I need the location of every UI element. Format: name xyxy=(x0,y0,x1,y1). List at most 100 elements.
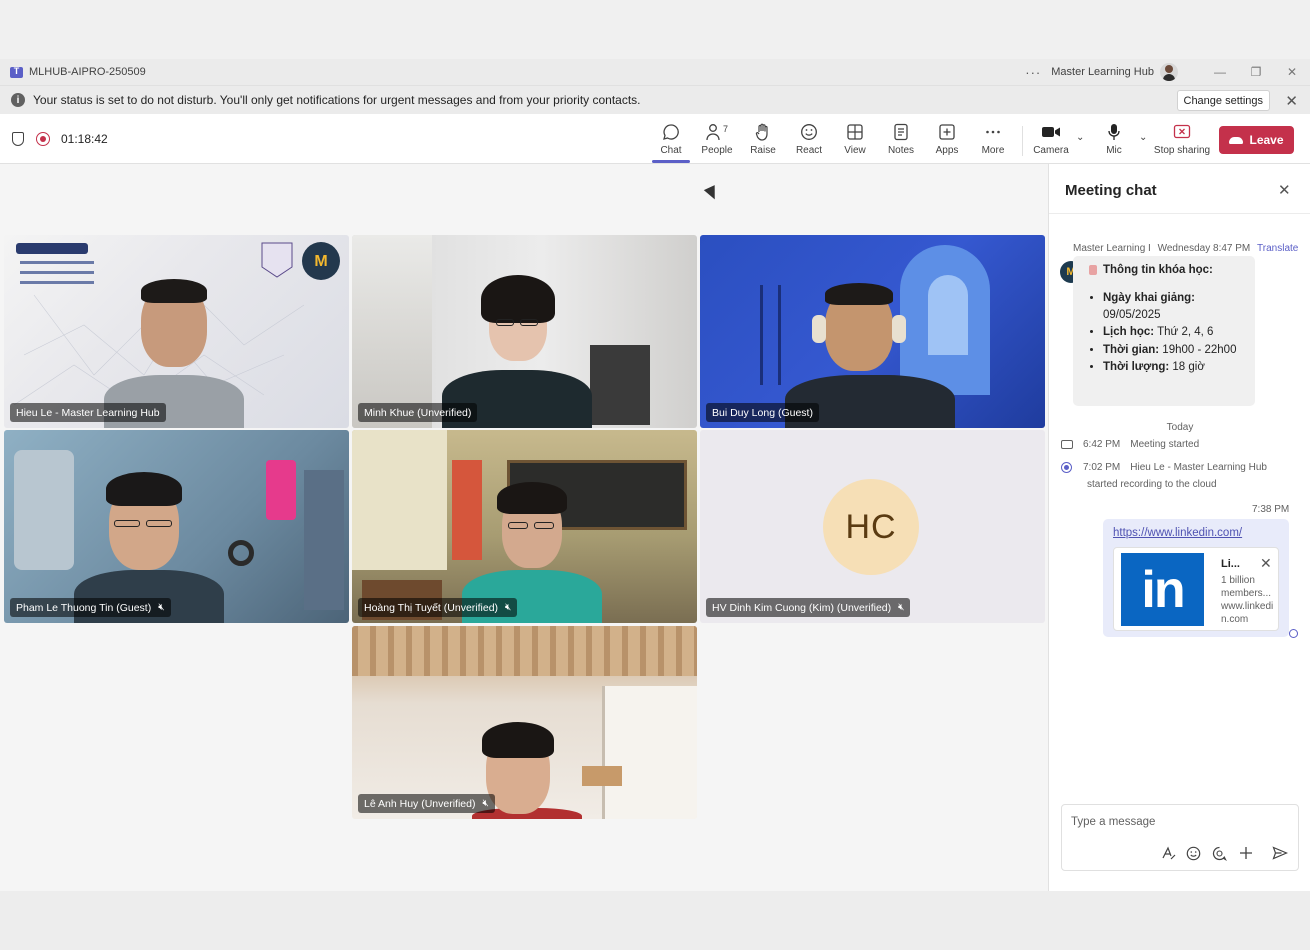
video-tile[interactable]: Lê Anh Huy (Unverified) 🔇︎ xyxy=(352,626,697,819)
linkedin-link[interactable]: https://www.linkedin.com/ xyxy=(1113,527,1242,539)
more-dots-icon xyxy=(984,122,1002,142)
participant-initials-avatar: HC xyxy=(823,479,919,575)
system-event: 6:42 PM Meeting started xyxy=(1061,436,1199,453)
raise-hand-button[interactable]: Raise xyxy=(740,122,786,162)
message-input[interactable] xyxy=(1071,813,1286,831)
participant-name-label: Hoàng Thị Tuyết (Unverified) 🔇︎ xyxy=(358,598,518,617)
pin-emoji-icon xyxy=(1089,265,1097,275)
mic-muted-icon: 🔇︎ xyxy=(898,602,905,613)
list-item: Lịch học: Thứ 2, 4, 6 xyxy=(1103,324,1251,341)
sent-message-bubble[interactable]: https://www.linkedin.com/ in Li... ✕ 1 b… xyxy=(1103,519,1289,637)
more-label: More xyxy=(981,145,1005,156)
participant-name-label: Minh Khue (Unverified) xyxy=(358,403,478,422)
video-tile[interactable]: Pham Le Thuong Tin (Guest) 🔇︎ xyxy=(4,430,349,623)
stop-sharing-button[interactable]: Stop sharing xyxy=(1153,122,1211,162)
participant-name-label: Lê Anh Huy (Unverified) 🔇︎ xyxy=(358,794,495,813)
format-icon[interactable] xyxy=(1160,846,1176,863)
hang-up-icon xyxy=(1229,136,1244,144)
loop-icon[interactable] xyxy=(1212,846,1227,864)
seen-status-icon xyxy=(1289,629,1298,638)
leave-button[interactable]: Leave xyxy=(1219,126,1294,154)
notes-button[interactable]: Notes xyxy=(878,122,924,162)
banner-close-icon[interactable]: ✕ xyxy=(1285,92,1298,110)
message-heading: Thông tin khóa học: xyxy=(1089,264,1213,276)
notes-icon xyxy=(893,122,909,142)
restore-icon[interactable]: ❐ xyxy=(1238,59,1274,85)
chat-button[interactable]: Chat xyxy=(648,122,694,162)
preview-close-icon[interactable]: ✕ xyxy=(1260,555,1272,572)
list-item: Thời lượng: 18 giờ xyxy=(1103,359,1251,376)
window-title: MLHUB-AIPRO-250509 xyxy=(29,66,146,78)
course-info-list: Ngày khai giảng: 09/05/2025 Lịch học: Th… xyxy=(1103,290,1251,377)
shield-icon[interactable] xyxy=(12,132,24,146)
message-time: Wednesday 8:47 PM xyxy=(1157,243,1251,254)
stop-sharing-label: Stop sharing xyxy=(1153,145,1211,156)
smiley-icon xyxy=(800,122,818,142)
chat-active-indicator xyxy=(652,160,690,163)
info-icon: i xyxy=(11,93,25,107)
participant-name-label: Pham Le Thuong Tin (Guest) 🔇︎ xyxy=(10,598,171,617)
mic-muted-icon: 🔇︎ xyxy=(158,602,165,613)
screen-bottom-margin xyxy=(0,891,1310,950)
notes-label: Notes xyxy=(887,145,915,156)
chat-header-divider xyxy=(1049,213,1310,214)
message-meta: Master Learning I Wednesday 8:47 PM Tran… xyxy=(1073,243,1298,254)
screen-top-margin xyxy=(0,0,1310,59)
preview-description: 1 billion members... www.linkedin.com xyxy=(1221,575,1274,625)
video-stage: M Hieu Le - Master Learning Hub Minh Khu… xyxy=(0,164,1048,891)
video-tile[interactable]: HC HV Dinh Kim Cuong (Kim) (Unverified) 🔇… xyxy=(700,430,1045,623)
mic-muted-icon: 🔇︎ xyxy=(505,602,512,613)
add-apps-icon xyxy=(938,122,956,142)
people-count: 7 xyxy=(722,124,728,134)
mic-label: Mic xyxy=(1106,145,1122,156)
video-tile[interactable]: M Hieu Le - Master Learning Hub xyxy=(4,235,349,428)
add-icon[interactable] xyxy=(1239,846,1253,863)
close-window-icon[interactable]: ✕ xyxy=(1274,59,1310,85)
participant-name-label: Bui Duy Long (Guest) xyxy=(706,403,819,422)
recording-icon[interactable] xyxy=(36,132,50,146)
people-icon: 7 xyxy=(706,122,728,142)
meeting-toolbar: 01:18:42 Chat 7 People Raise React View … xyxy=(0,114,1310,164)
banner-message: Your status is set to do not disturb. Yo… xyxy=(33,93,641,107)
more-button[interactable]: More xyxy=(970,122,1016,162)
camera-button[interactable]: Camera xyxy=(1028,122,1074,162)
chat-message-bubble[interactable]: Thông tin khóa học: Ngày khai giảng: 09/… xyxy=(1073,256,1255,406)
apps-label: Apps xyxy=(935,145,959,156)
chat-close-icon[interactable]: ✕ xyxy=(1278,181,1291,199)
react-label: React xyxy=(795,145,823,156)
account-name[interactable]: Master Learning Hub xyxy=(1051,66,1154,78)
grid-view-icon xyxy=(846,122,864,142)
title-bar: MLHUB-AIPRO-250509 ··· Master Learning H… xyxy=(0,59,1310,85)
react-button[interactable]: React xyxy=(786,122,832,162)
preview-title: Li... xyxy=(1221,558,1240,570)
video-tile[interactable]: Minh Khue (Unverified) xyxy=(352,235,697,428)
video-tile[interactable]: Hoàng Thị Tuyết (Unverified) 🔇︎ xyxy=(352,430,697,623)
mic-button[interactable]: Mic xyxy=(1091,122,1137,162)
participant-name-label: HV Dinh Kim Cuong (Kim) (Unverified) 🔇︎ xyxy=(706,598,911,617)
camera-icon xyxy=(1041,122,1061,142)
account-avatar[interactable] xyxy=(1160,63,1178,81)
mic-muted-icon: 🔇︎ xyxy=(482,798,489,809)
mic-options-chevron-icon[interactable]: ⌄ xyxy=(1139,132,1147,143)
system-event: 7:02 PM Hieu Le - Master Learning Hub sta… xyxy=(1061,459,1267,493)
link-preview-card[interactable]: in Li... ✕ 1 billion members... www.linke… xyxy=(1113,547,1279,631)
people-button[interactable]: 7 People xyxy=(694,122,740,162)
video-tile[interactable]: Bui Duy Long (Guest) xyxy=(700,235,1045,428)
apps-button[interactable]: Apps xyxy=(924,122,970,162)
message-compose-box[interactable] xyxy=(1061,804,1299,871)
translate-link[interactable]: Translate xyxy=(1257,243,1298,254)
list-item: Thời gian: 19h00 - 22h00 xyxy=(1103,342,1251,359)
send-icon[interactable] xyxy=(1272,846,1289,863)
minimize-icon[interactable]: — xyxy=(1202,59,1238,85)
camera-options-chevron-icon[interactable]: ⌄ xyxy=(1076,132,1084,143)
leave-label: Leave xyxy=(1249,133,1284,147)
more-options-icon[interactable]: ··· xyxy=(1025,65,1041,80)
change-settings-button[interactable]: Change settings xyxy=(1176,90,1270,111)
emoji-icon[interactable] xyxy=(1186,846,1201,864)
chat-icon xyxy=(662,122,680,142)
meeting-started-icon xyxy=(1061,439,1073,449)
meeting-chat-panel: Meeting chat ✕ Master Learning I Wednesd… xyxy=(1048,164,1310,891)
view-button[interactable]: View xyxy=(832,122,878,162)
teams-meeting-window: MLHUB-AIPRO-250509 ··· Master Learning H… xyxy=(0,59,1310,891)
participant-name-label: Hieu Le - Master Learning Hub xyxy=(10,403,166,422)
